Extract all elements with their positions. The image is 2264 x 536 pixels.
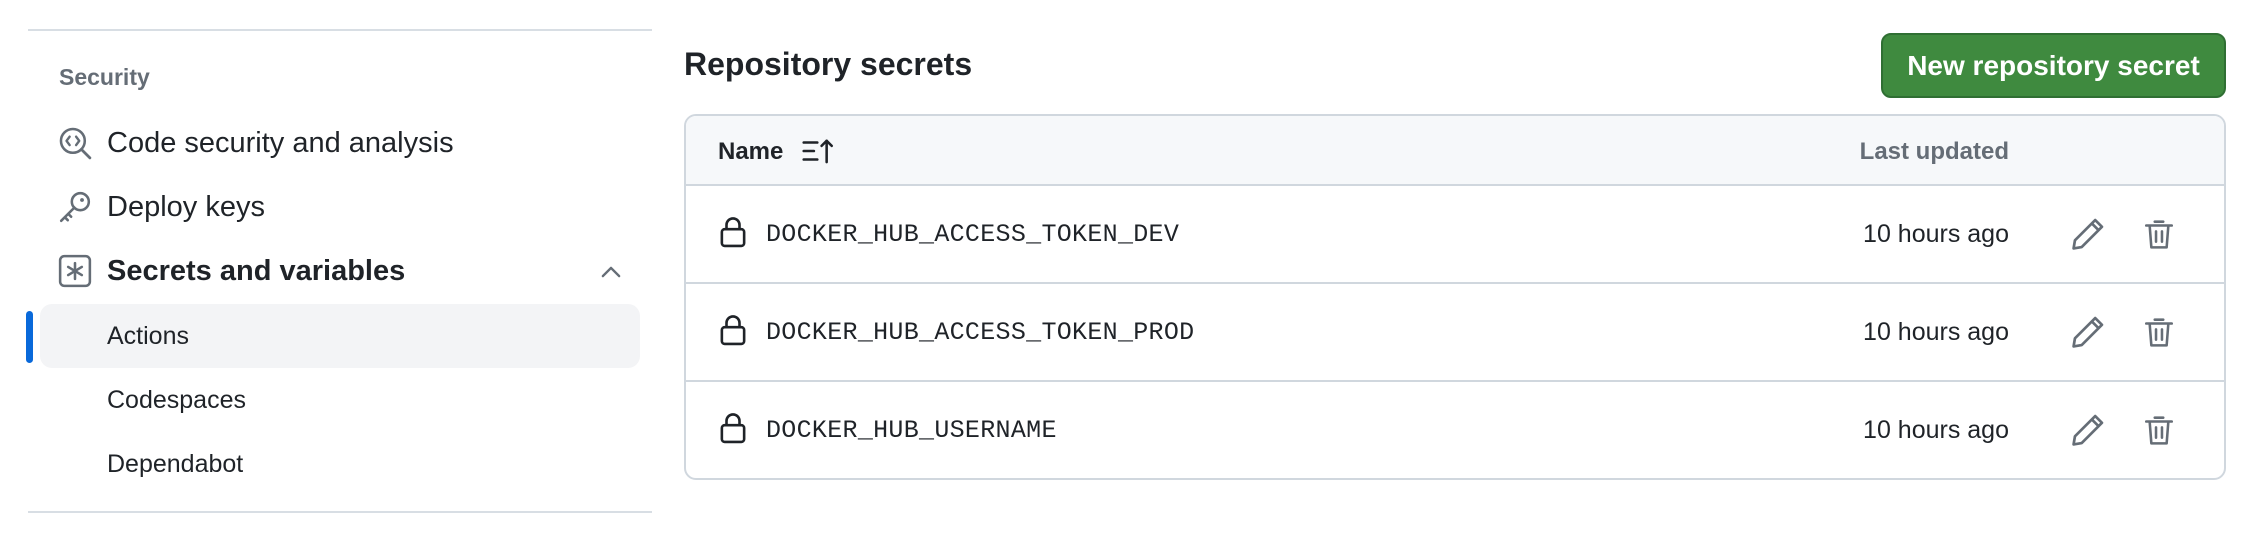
trash-icon[interactable] [2142, 314, 2176, 350]
sidebar-item-code-security[interactable]: Code security and analysis [40, 113, 640, 173]
sidebar-item-label: Code security and analysis [107, 126, 454, 159]
secret-name: DOCKER_HUB_ACCESS_TOKEN_PROD [766, 318, 1195, 347]
active-indicator [26, 311, 33, 363]
sidebar-subitem-codespaces[interactable]: Codespaces [40, 368, 640, 432]
sidebar-subitem-label: Actions [107, 321, 189, 350]
sidebar-subitem-label: Codespaces [107, 385, 246, 414]
last-updated: 10 hours ago [1863, 318, 2009, 346]
secrets-main: Repository secrets New repository secret… [684, 0, 2244, 536]
sidebar-item-deploy-keys[interactable]: Deploy keys [40, 177, 640, 237]
asterisk-icon [58, 254, 92, 288]
new-repository-secret-button[interactable]: New repository secret [1881, 33, 2226, 98]
pencil-icon[interactable] [2070, 216, 2106, 252]
sidebar-section-title: Security [59, 64, 150, 90]
last-updated: 10 hours ago [1863, 220, 2009, 248]
lock-icon [720, 217, 746, 248]
table-row: DOCKER_HUB_ACCESS_TOKEN_PROD 10 hours ag… [686, 284, 2224, 382]
secret-name: DOCKER_HUB_USERNAME [766, 416, 1057, 445]
key-icon [59, 191, 91, 223]
chevron-up-icon[interactable] [598, 259, 624, 285]
column-header-name: Name [718, 138, 784, 165]
sidebar-subitem-actions[interactable]: Actions [40, 304, 640, 368]
trash-icon[interactable] [2142, 216, 2176, 252]
sidebar-item-label: Deploy keys [107, 190, 265, 223]
sidebar-subitem-dependabot[interactable]: Dependabot [40, 432, 640, 496]
lock-icon [720, 315, 746, 346]
lock-icon [720, 413, 746, 444]
column-header-last-updated: Last updated [1859, 138, 2009, 165]
secrets-table: Name Last updated DOCKER_HUB_ACCESS_TOKE… [684, 114, 2226, 480]
trash-icon[interactable] [2142, 412, 2176, 448]
sort-ascending-icon[interactable] [802, 137, 836, 165]
codescan-icon [59, 127, 92, 160]
last-updated: 10 hours ago [1863, 416, 2009, 444]
settings-sidebar: Security Code security and analysis Depl… [0, 0, 660, 536]
page-title: Repository secrets [684, 46, 973, 82]
table-header: Name Last updated [686, 116, 2224, 186]
table-row: DOCKER_HUB_ACCESS_TOKEN_DEV 10 hours ago [686, 186, 2224, 284]
pencil-icon[interactable] [2070, 412, 2106, 448]
secret-name: DOCKER_HUB_ACCESS_TOKEN_DEV [766, 220, 1180, 249]
sidebar-item-label: Secrets and variables [107, 254, 406, 287]
table-row: DOCKER_HUB_USERNAME 10 hours ago [686, 382, 2224, 478]
pencil-icon[interactable] [2070, 314, 2106, 350]
sidebar-item-secrets-and-variables[interactable]: Secrets and variables [40, 241, 640, 301]
sidebar-subitem-label: Dependabot [107, 449, 244, 478]
